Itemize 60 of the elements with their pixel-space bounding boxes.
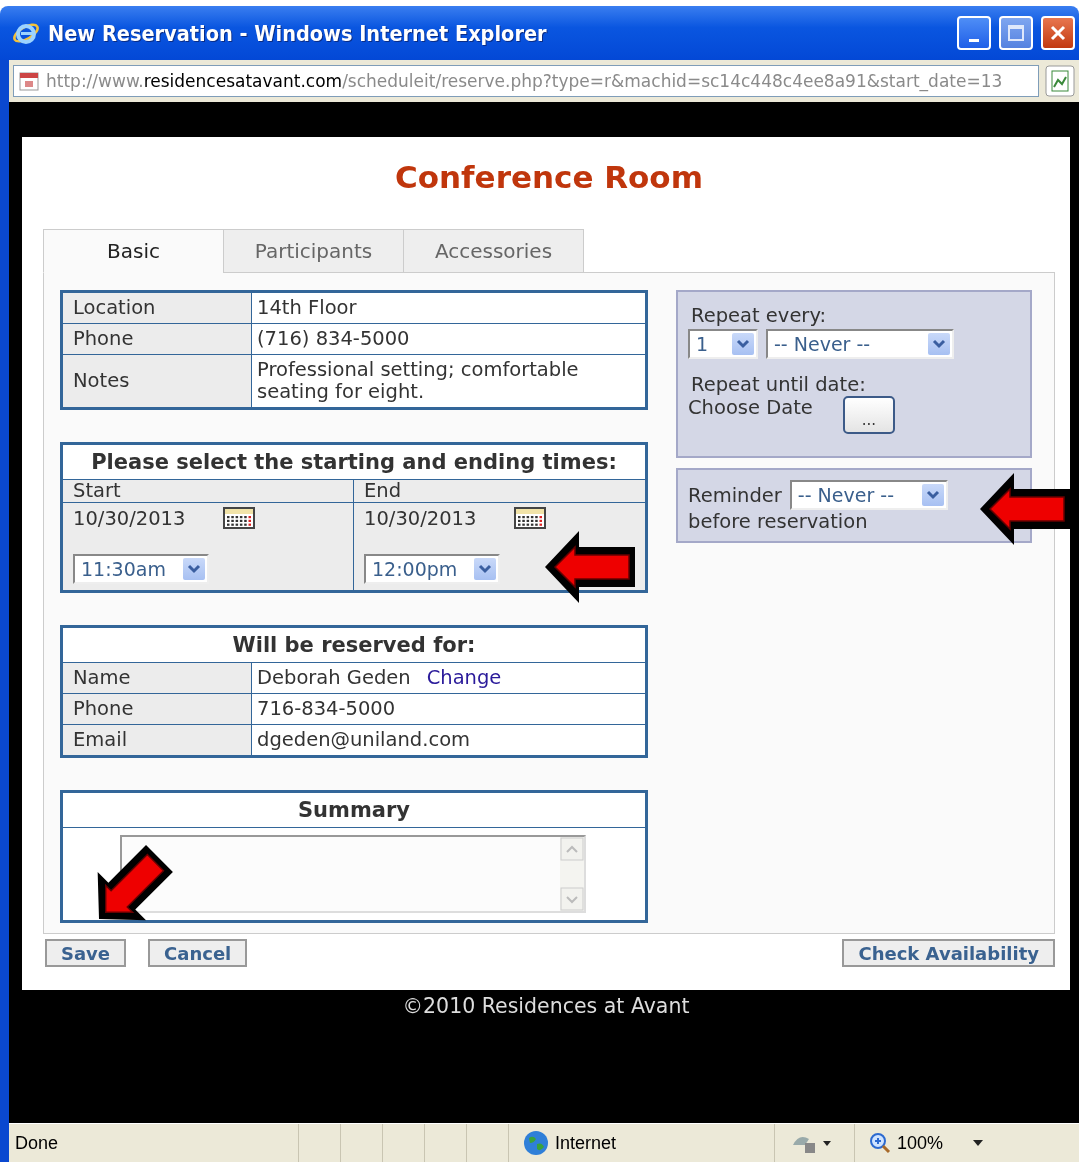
table-cell: Phone bbox=[61, 323, 252, 355]
table-cell: Email bbox=[61, 724, 252, 757]
maximize-icon bbox=[1007, 24, 1025, 42]
reminder-label: Reminder bbox=[688, 483, 782, 507]
table-cell-text: Deborah Geden bbox=[257, 666, 411, 689]
table-cell: Professional setting; comfortable seating for eight. bbox=[251, 354, 647, 409]
table-cell-text: 716-834-5000 bbox=[257, 697, 396, 720]
table-cell-text: dgeden@uniland.com bbox=[257, 728, 471, 751]
page-heading: Conference Room bbox=[394, 158, 704, 197]
copyright-text: ©2010 Residences at Avant bbox=[402, 994, 690, 1018]
address-field[interactable]: http://www.residencesatavant.com/scheduleit/reserve.php?type=r&machid=sc14c448c4ee8a91&start_date=13 bbox=[13, 65, 1039, 97]
date-text: 10/30/2013 bbox=[73, 506, 186, 530]
table-cell: Start bbox=[61, 479, 354, 503]
dropdown-caret-icon[interactable] bbox=[921, 484, 944, 506]
change-link[interactable]: Change bbox=[426, 666, 502, 689]
table-cell: (716) 834-5000 bbox=[251, 323, 647, 355]
tab[interactable]: Accessories bbox=[403, 229, 584, 273]
time-select[interactable]: 12:00pm bbox=[364, 554, 500, 584]
table-cell: 14th Floor bbox=[251, 291, 647, 324]
table-cell: Phone bbox=[61, 693, 252, 725]
dropdown-caret-icon[interactable] bbox=[973, 1140, 984, 1146]
minimize-icon bbox=[969, 38, 979, 42]
choose-date-label: Choose Date bbox=[688, 396, 813, 419]
calendar-icon[interactable] bbox=[514, 507, 547, 529]
zoom-icon[interactable] bbox=[869, 1132, 891, 1154]
tab[interactable]: Participants bbox=[223, 229, 404, 273]
calendar-icon[interactable] bbox=[223, 507, 256, 529]
compatibility-icon[interactable] bbox=[1045, 65, 1075, 97]
table-cell: Notes bbox=[61, 354, 252, 409]
table-title: Summary bbox=[61, 791, 647, 828]
tab[interactable]: Basic bbox=[43, 229, 224, 273]
check-availability-button[interactable]: Check Availability bbox=[842, 939, 1055, 967]
table-cell: End bbox=[353, 479, 647, 503]
form-button[interactable]: Save bbox=[45, 939, 127, 967]
zone-text: Internet bbox=[555, 1132, 617, 1154]
frequency-select[interactable]: -- Never -- bbox=[766, 329, 954, 359]
time-select[interactable]: 11:30am bbox=[73, 554, 209, 584]
page-url: http://www.residencesatavant.com/scheduleit/reserve.php?type=r&machid=sc14c448c4ee8a91&start_date=13 bbox=[46, 71, 1003, 91]
window-title: New Reservation - Windows Internet Explorer bbox=[48, 20, 548, 46]
interval-select[interactable]: 1 bbox=[688, 329, 758, 359]
table-cell: Location bbox=[61, 291, 252, 324]
close-icon bbox=[1049, 24, 1067, 42]
close-button[interactable] bbox=[1041, 16, 1075, 50]
minimize-button[interactable] bbox=[957, 16, 991, 50]
repeat-label: Repeat every: bbox=[691, 304, 828, 327]
reminder-select[interactable]: -- Never -- bbox=[789, 480, 948, 510]
reminder-suffix: before reservation bbox=[688, 510, 869, 533]
globe-icon bbox=[523, 1130, 549, 1156]
table-title: Please select the starting and ending times: bbox=[61, 443, 647, 480]
maximize-button[interactable] bbox=[999, 16, 1033, 50]
zoom-level[interactable]: 100% bbox=[897, 1132, 944, 1154]
choose-date-button[interactable]: ... bbox=[842, 396, 895, 434]
repeat-until-label: Repeat until date: bbox=[691, 373, 867, 396]
calendar-page-icon bbox=[18, 70, 40, 92]
date-text: 10/30/2013 bbox=[364, 506, 477, 530]
summary-field[interactable] bbox=[120, 835, 586, 913]
table-title: Will be reserved for: bbox=[61, 626, 647, 663]
status-text: Done bbox=[15, 1132, 59, 1154]
form-button[interactable]: Cancel bbox=[148, 939, 248, 967]
table-cell: Name bbox=[61, 662, 252, 694]
